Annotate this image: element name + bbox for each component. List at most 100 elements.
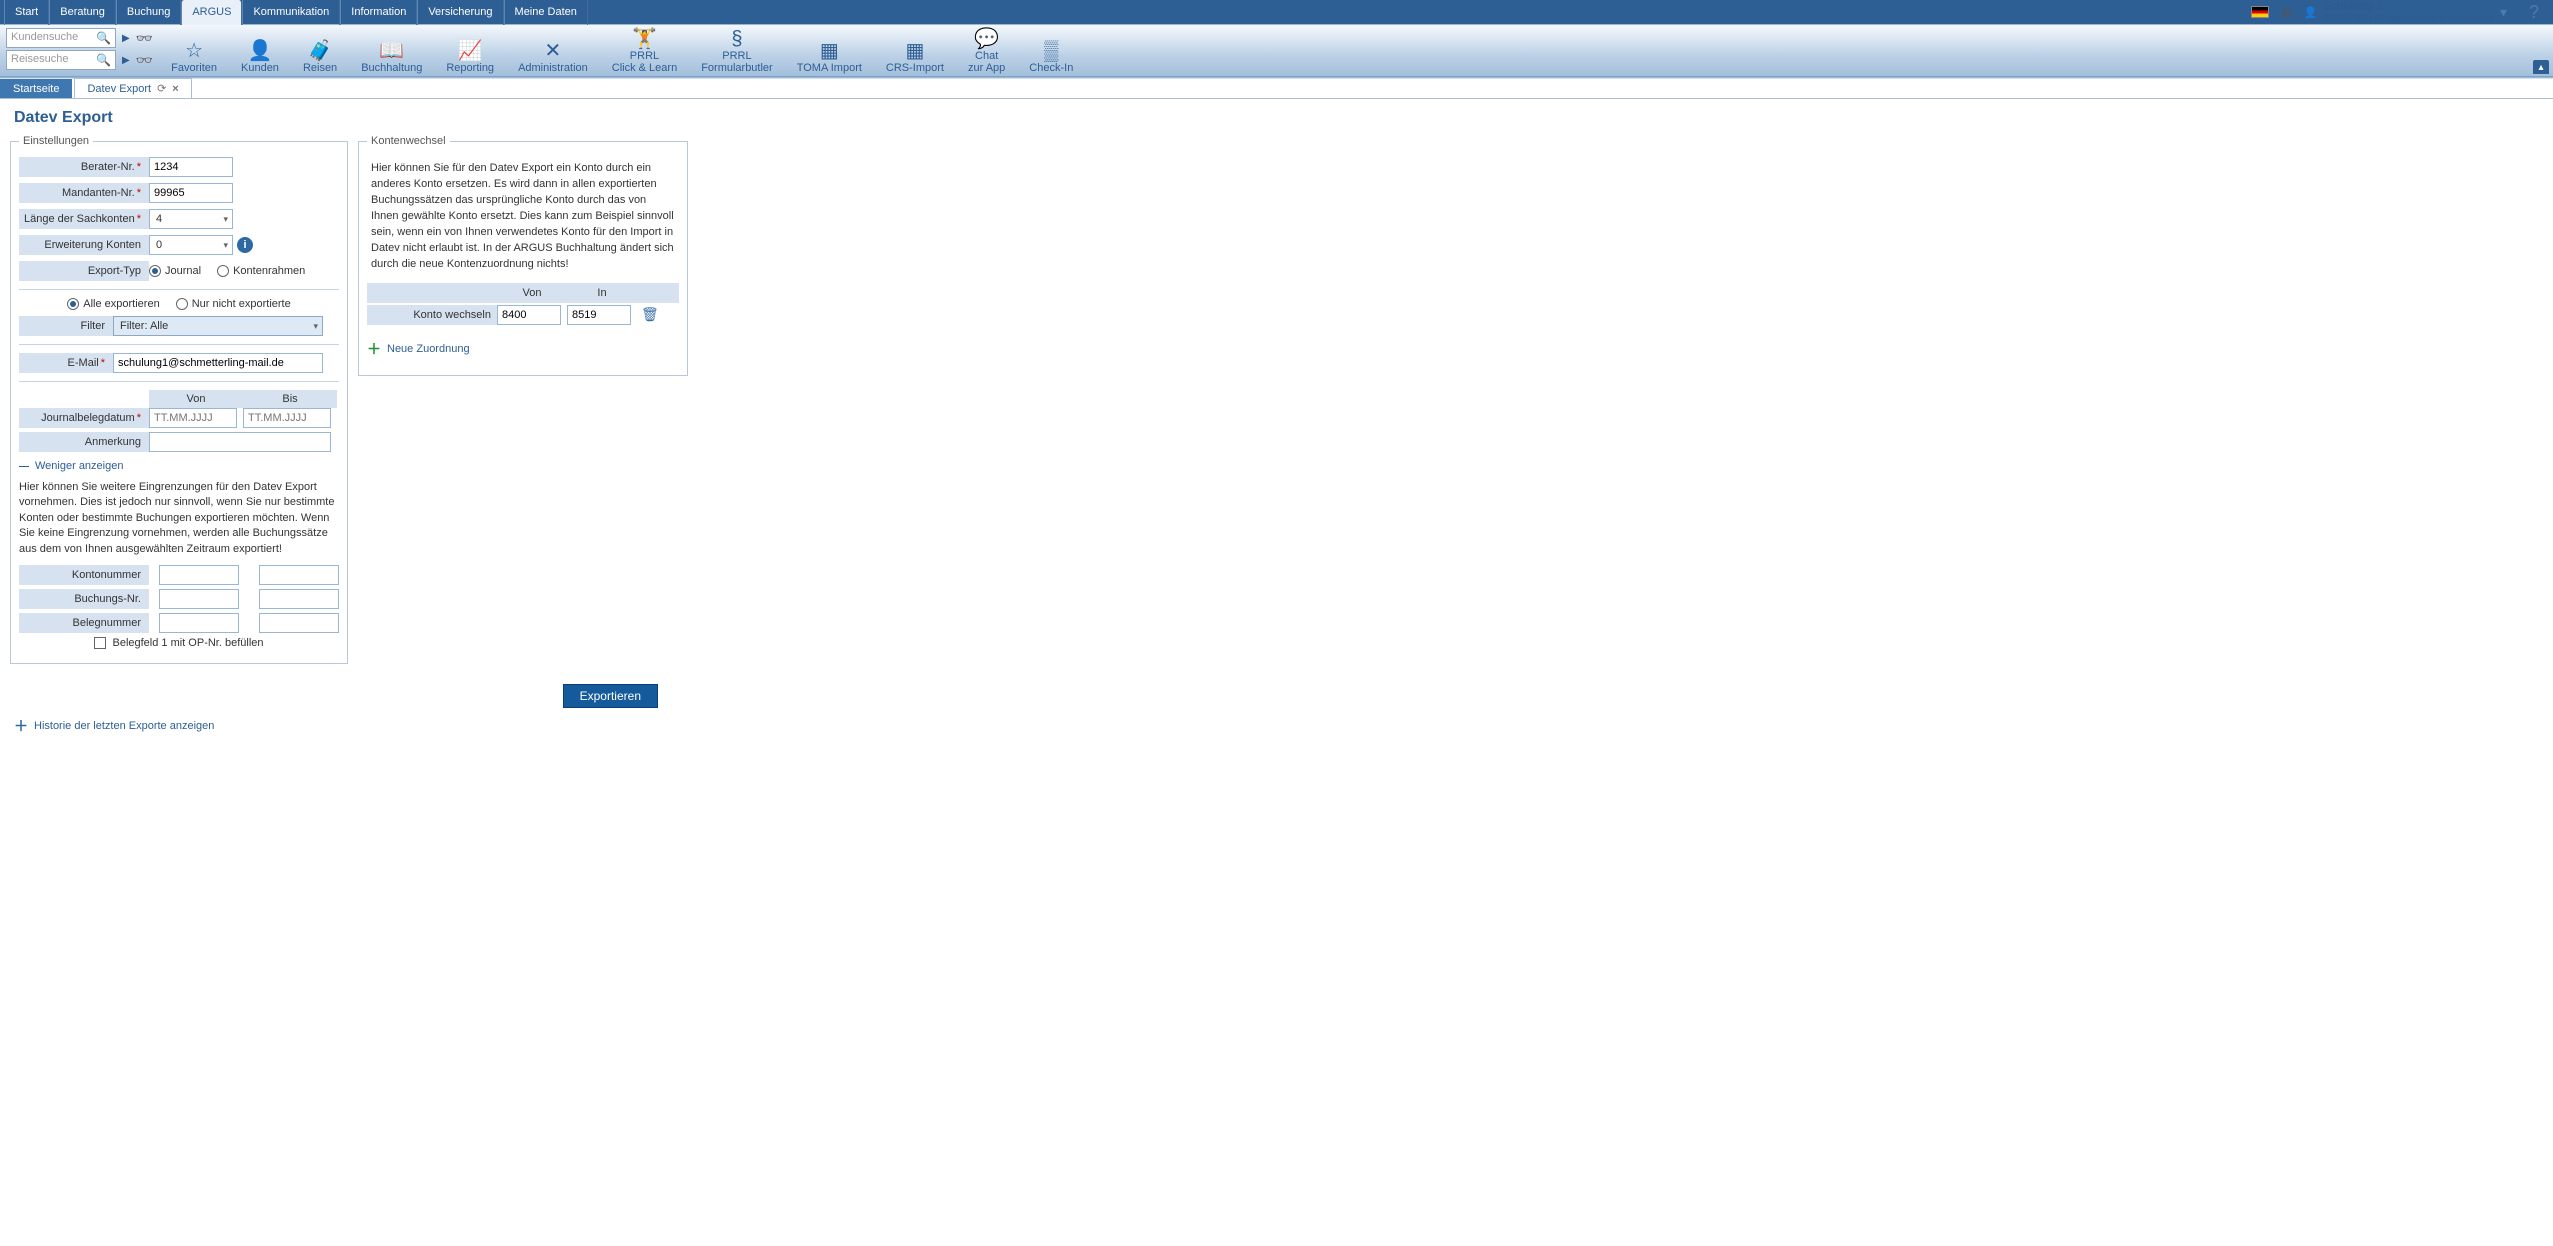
input-buchungsnr-von[interactable]	[159, 589, 239, 609]
select-filter[interactable]: Filter: Alle ▾	[113, 316, 323, 336]
tab-datev-export[interactable]: Datev Export ⟳ ×	[74, 78, 191, 98]
ribbon-icon: §	[731, 28, 742, 50]
user-name: Schulung 1	[2323, 0, 2494, 12]
ribbon-label: Favoriten	[171, 62, 217, 74]
search-icon: 🔍	[96, 31, 111, 45]
ribbon-icon: ✕	[545, 40, 562, 62]
ribbon-label: Administration	[518, 62, 588, 74]
flag-de-icon[interactable]	[2251, 6, 2269, 18]
input-belegnummer-bis[interactable]	[259, 613, 339, 633]
ribbon-reporting[interactable]: 📈Reporting	[434, 24, 506, 74]
top-tab-start[interactable]: Start	[4, 0, 49, 25]
tab-startseite[interactable]: Startseite	[0, 79, 72, 98]
input-berater[interactable]	[149, 157, 233, 177]
radio-journal[interactable]	[149, 265, 161, 277]
search-icon: 🔍	[96, 53, 111, 67]
ribbon-label: PRRLClick & Learn	[612, 50, 677, 74]
ribbon-favoriten[interactable]: ☆Favoriten	[159, 24, 229, 74]
label-email: E-Mail*	[19, 353, 113, 373]
top-tab-argus[interactable]: ARGUS	[181, 0, 242, 25]
input-journal-von[interactable]	[149, 408, 237, 428]
top-tab-buchung[interactable]: Buchung	[116, 0, 181, 25]
input-email[interactable]	[113, 353, 323, 373]
input-mandanten[interactable]	[149, 183, 233, 203]
user-subtitle: 99965 Schulungsdatenbank Akademie	[2323, 13, 2494, 24]
link-weniger-anzeigen[interactable]: Weniger anzeigen	[19, 460, 339, 472]
input-anmerkung[interactable]	[149, 432, 331, 452]
label-berater: Berater-Nr.*	[19, 157, 149, 177]
reise-search-input[interactable]: Reisesuche 🔍	[6, 50, 116, 70]
ribbon-check-in[interactable]: ▒Check-In	[1017, 24, 1085, 74]
input-kontonummer-von[interactable]	[159, 565, 239, 585]
close-icon[interactable]: ×	[172, 83, 178, 95]
plus-icon: ＋	[367, 339, 381, 359]
header-von: Von	[149, 390, 243, 408]
ribbon-label: Check-In	[1029, 62, 1073, 74]
ribbon-icon: ☆	[185, 40, 203, 62]
ribbon-administration[interactable]: ✕Administration	[506, 24, 600, 74]
ribbon-chat[interactable]: 💬Chatzur App	[956, 24, 1017, 74]
ribbon-kunden[interactable]: 👤Kunden	[229, 24, 291, 74]
ribbon-prrl[interactable]: 🏋PRRLClick & Learn	[600, 24, 689, 74]
radio-journal-label: Journal	[165, 265, 201, 277]
user-icon: 👤	[2304, 6, 2318, 19]
top-tab-versicherung[interactable]: Versicherung	[417, 0, 503, 25]
label-belegfeld: Belegfeld 1 mit OP-Nr. befüllen	[112, 637, 263, 649]
delete-row-icon[interactable]: 🗑	[641, 306, 659, 323]
radio-kontenrahmen[interactable]	[217, 265, 229, 277]
input-buchungsnr-bis[interactable]	[259, 589, 339, 609]
top-tab-beratung[interactable]: Beratung	[49, 0, 116, 25]
help-icon[interactable]: ?	[2519, 2, 2549, 23]
top-tab-information[interactable]: Information	[340, 0, 417, 25]
radio-nur-nicht[interactable]	[176, 298, 188, 310]
label-erweiterung: Erweiterung Konten	[19, 235, 149, 255]
top-tab-meine daten[interactable]: Meine Daten	[504, 0, 588, 25]
checkbox-belegfeld[interactable]	[94, 637, 106, 649]
reise-binocular-icon[interactable]: 👓	[136, 52, 153, 69]
select-laenge[interactable]: 4▾	[149, 209, 233, 229]
konto-row: Konto wechseln 🗑	[367, 303, 679, 327]
kunden-search-input[interactable]: Kundensuche 🔍	[6, 28, 116, 48]
flag-menu-icon[interactable]: ▤	[2281, 6, 2291, 19]
ribbon-icon: 💬	[974, 28, 999, 50]
ribbon-icon: 📈	[458, 40, 483, 62]
input-konto-von[interactable]	[497, 305, 561, 325]
ribbon-toma-import[interactable]: ▦TOMA Import	[785, 24, 874, 74]
reise-run-icon[interactable]: ▶	[120, 55, 132, 66]
ribbon-label: Chatzur App	[968, 50, 1005, 74]
top-tab-kommunikation[interactable]: Kommunikation	[242, 0, 340, 25]
user-menu[interactable]: 👤 Schulung 1 99965 Schulungsdatenbank Ak…	[2304, 0, 2507, 23]
ribbon-buchhaltung[interactable]: 📖Buchhaltung	[349, 24, 434, 74]
link-historie[interactable]: ＋ Historie der letzten Exporte anzeigen	[0, 708, 2553, 756]
header-konto-in: In	[567, 283, 637, 303]
label-laenge: Länge der Sachkonten*	[19, 209, 149, 229]
info-icon[interactable]: i	[237, 237, 253, 253]
kunden-run-icon[interactable]: ▶	[120, 33, 132, 44]
plus-icon: ＋	[14, 716, 28, 736]
ribbon-label: Buchhaltung	[361, 62, 422, 74]
chevron-down-icon: ▾	[2500, 4, 2507, 21]
ribbon-crs-import[interactable]: ▦CRS-Import	[874, 24, 956, 74]
input-kontonummer-bis[interactable]	[259, 565, 339, 585]
ribbon-reisen[interactable]: 🧳Reisen	[291, 24, 349, 74]
radio-alle[interactable]	[67, 298, 79, 310]
ribbon-icon: 📖	[379, 40, 404, 62]
link-neue-zuordnung[interactable]: ＋ Neue Zuordnung	[367, 339, 679, 359]
page-title: Datev Export	[0, 99, 2553, 135]
input-journal-bis[interactable]	[243, 408, 331, 428]
input-belegnummer-von[interactable]	[159, 613, 239, 633]
export-button[interactable]: Exportieren	[563, 684, 658, 708]
header-konto-von: Von	[497, 283, 567, 303]
label-export-typ: Export-Typ	[19, 261, 149, 281]
label-kontonummer: Kontonummer	[19, 565, 149, 585]
ribbon-collapse-icon[interactable]: ▴	[2533, 60, 2549, 74]
radio-alle-label: Alle exportieren	[83, 298, 159, 310]
kunden-binocular-icon[interactable]: 👓	[136, 30, 153, 47]
reload-icon[interactable]: ⟳	[157, 82, 166, 95]
ribbon-label: PRRLFormularbutler	[701, 50, 773, 74]
select-erweiterung[interactable]: 0▾	[149, 235, 233, 255]
input-konto-in[interactable]	[567, 305, 631, 325]
fieldset-einstellungen: Einstellungen Berater-Nr.* Mandanten-Nr.…	[10, 135, 348, 664]
ribbon-prrl[interactable]: §PRRLFormularbutler	[689, 24, 785, 74]
label-anmerkung: Anmerkung	[19, 432, 149, 452]
